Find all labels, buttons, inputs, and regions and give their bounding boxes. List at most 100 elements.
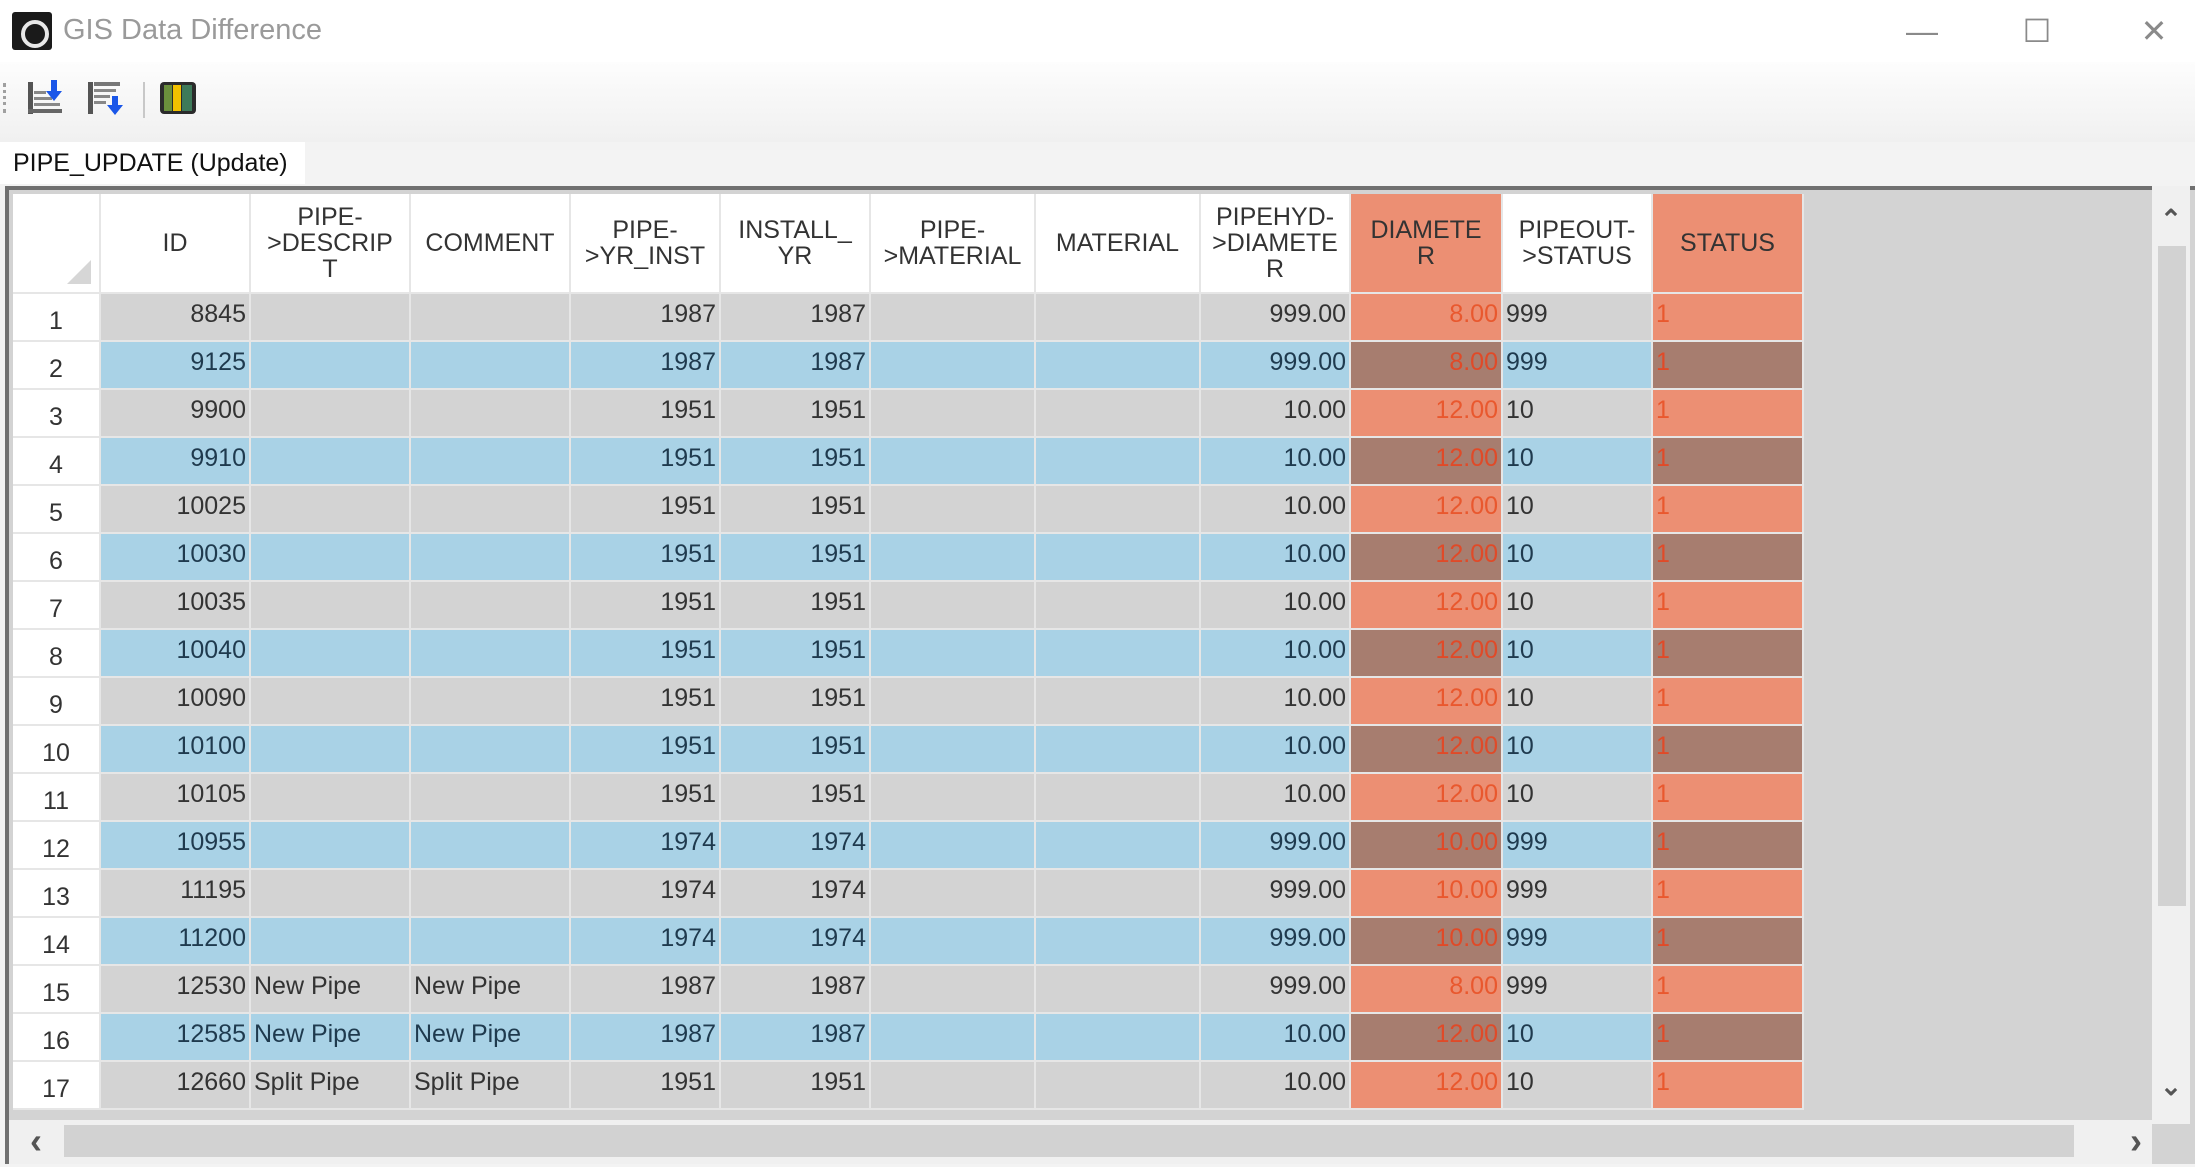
cell-id[interactable]: 12585: [100, 1013, 251, 1062]
tab-pipe-update[interactable]: PIPE_UPDATE (Update): [0, 142, 305, 184]
cell-yr-inst[interactable]: 1951: [570, 581, 721, 630]
column-header-pipeout-status[interactable]: PIPEOUT- >STATUS: [1502, 194, 1653, 294]
table-row[interactable]: 4 9910 1951 1951 10.00 12.00 10 1: [13, 437, 1804, 486]
cell-yr-inst[interactable]: 1951: [570, 533, 721, 582]
columns-color-button[interactable]: [156, 76, 200, 120]
cell-pipe-material[interactable]: [870, 677, 1036, 726]
table-row[interactable]: 2 9125 1987 1987 999.00 8.00 999 1: [13, 341, 1804, 390]
row-header[interactable]: 9: [13, 677, 101, 726]
cell-descrip[interactable]: New Pipe: [250, 965, 411, 1014]
cell-material[interactable]: [1035, 1061, 1201, 1110]
cell-descrip[interactable]: [250, 725, 411, 774]
cell-descrip[interactable]: [250, 533, 411, 582]
cell-pipeout-status[interactable]: 999: [1502, 917, 1653, 966]
scroll-up-icon[interactable]: ⌃: [2152, 204, 2190, 235]
cell-pipe-material[interactable]: [870, 1013, 1036, 1062]
cell-id[interactable]: 10955: [100, 821, 251, 870]
cell-pipeout-status[interactable]: 10: [1502, 1061, 1653, 1110]
cell-status[interactable]: 1: [1652, 1061, 1804, 1110]
horizontal-scroll-thumb[interactable]: [64, 1125, 2074, 1157]
scroll-right-icon[interactable]: ›: [2117, 1120, 2155, 1162]
cell-pipe-material[interactable]: [870, 437, 1036, 486]
cell-install-yr[interactable]: 1987: [720, 965, 871, 1014]
row-header[interactable]: 17: [13, 1061, 101, 1110]
row-header[interactable]: 12: [13, 821, 101, 870]
maximize-button[interactable]: ☐: [2007, 10, 2067, 52]
cell-yr-inst[interactable]: 1951: [570, 677, 721, 726]
cell-comment[interactable]: New Pipe: [410, 1013, 571, 1062]
cell-material[interactable]: [1035, 437, 1201, 486]
cell-install-yr[interactable]: 1951: [720, 629, 871, 678]
cell-pipeout-status[interactable]: 10: [1502, 677, 1653, 726]
cell-pipe-material[interactable]: [870, 725, 1036, 774]
table-row[interactable]: 10 10100 1951 1951 10.00 12.00 10 1: [13, 725, 1804, 774]
cell-pipe-material[interactable]: [870, 821, 1036, 870]
cell-yr-inst[interactable]: 1987: [570, 965, 721, 1014]
cell-pipeout-status[interactable]: 10: [1502, 389, 1653, 438]
cell-pipe-material[interactable]: [870, 773, 1036, 822]
cell-comment[interactable]: [410, 341, 571, 390]
cell-status[interactable]: 1: [1652, 629, 1804, 678]
cell-comment[interactable]: [410, 533, 571, 582]
table-row[interactable]: 3 9900 1951 1951 10.00 12.00 10 1: [13, 389, 1804, 438]
cell-comment[interactable]: [410, 437, 571, 486]
cell-material[interactable]: [1035, 725, 1201, 774]
cell-pipehyd-diameter[interactable]: 10.00: [1200, 437, 1351, 486]
cell-status[interactable]: 1: [1652, 389, 1804, 438]
cell-comment[interactable]: New Pipe: [410, 965, 571, 1014]
cell-comment[interactable]: [410, 773, 571, 822]
cell-status[interactable]: 1: [1652, 581, 1804, 630]
cell-id[interactable]: 12530: [100, 965, 251, 1014]
cell-id[interactable]: 9125: [100, 341, 251, 390]
cell-descrip[interactable]: [250, 821, 411, 870]
cell-pipeout-status[interactable]: 999: [1502, 293, 1653, 342]
cell-status[interactable]: 1: [1652, 917, 1804, 966]
cell-comment[interactable]: [410, 821, 571, 870]
cell-yr-inst[interactable]: 1987: [570, 341, 721, 390]
cell-pipehyd-diameter[interactable]: 10.00: [1200, 1061, 1351, 1110]
cell-comment[interactable]: [410, 581, 571, 630]
cell-pipehyd-diameter[interactable]: 999.00: [1200, 965, 1351, 1014]
table-row[interactable]: 12 10955 1974 1974 999.00 10.00 999 1: [13, 821, 1804, 870]
cell-comment[interactable]: [410, 389, 571, 438]
cell-descrip[interactable]: [250, 773, 411, 822]
cell-install-yr[interactable]: 1951: [720, 1061, 871, 1110]
cell-status[interactable]: 1: [1652, 725, 1804, 774]
cell-material[interactable]: [1035, 341, 1201, 390]
cell-pipehyd-diameter[interactable]: 999.00: [1200, 821, 1351, 870]
cell-install-yr[interactable]: 1951: [720, 437, 871, 486]
cell-comment[interactable]: [410, 725, 571, 774]
row-header[interactable]: 4: [13, 437, 101, 486]
cell-pipe-material[interactable]: [870, 485, 1036, 534]
cell-descrip[interactable]: [250, 293, 411, 342]
cell-id[interactable]: 10105: [100, 773, 251, 822]
horizontal-scrollbar[interactable]: ‹ ›: [9, 1120, 2152, 1164]
cell-status[interactable]: 1: [1652, 965, 1804, 1014]
cell-diameter[interactable]: 12.00: [1350, 677, 1503, 726]
cell-status[interactable]: 1: [1652, 677, 1804, 726]
cell-material[interactable]: [1035, 917, 1201, 966]
cell-pipeout-status[interactable]: 10: [1502, 437, 1653, 486]
cell-install-yr[interactable]: 1974: [720, 917, 871, 966]
cell-status[interactable]: 1: [1652, 341, 1804, 390]
row-header[interactable]: 13: [13, 869, 101, 918]
cell-install-yr[interactable]: 1951: [720, 533, 871, 582]
column-header-pipe-material[interactable]: PIPE- >MATERIAL: [870, 194, 1036, 294]
cell-pipe-material[interactable]: [870, 341, 1036, 390]
cell-status[interactable]: 1: [1652, 821, 1804, 870]
cell-comment[interactable]: Split Pipe: [410, 1061, 571, 1110]
cell-yr-inst[interactable]: 1951: [570, 389, 721, 438]
cell-material[interactable]: [1035, 629, 1201, 678]
cell-id[interactable]: 10100: [100, 725, 251, 774]
cell-pipeout-status[interactable]: 999: [1502, 341, 1653, 390]
cell-descrip[interactable]: [250, 869, 411, 918]
row-header[interactable]: 10: [13, 725, 101, 774]
cell-yr-inst[interactable]: 1951: [570, 773, 721, 822]
cell-comment[interactable]: [410, 869, 571, 918]
table-row[interactable]: 8 10040 1951 1951 10.00 12.00 10 1: [13, 629, 1804, 678]
cell-pipeout-status[interactable]: 999: [1502, 965, 1653, 1014]
cell-install-yr[interactable]: 1951: [720, 725, 871, 774]
cell-pipe-material[interactable]: [870, 965, 1036, 1014]
cell-descrip[interactable]: [250, 341, 411, 390]
cell-install-yr[interactable]: 1987: [720, 1013, 871, 1062]
